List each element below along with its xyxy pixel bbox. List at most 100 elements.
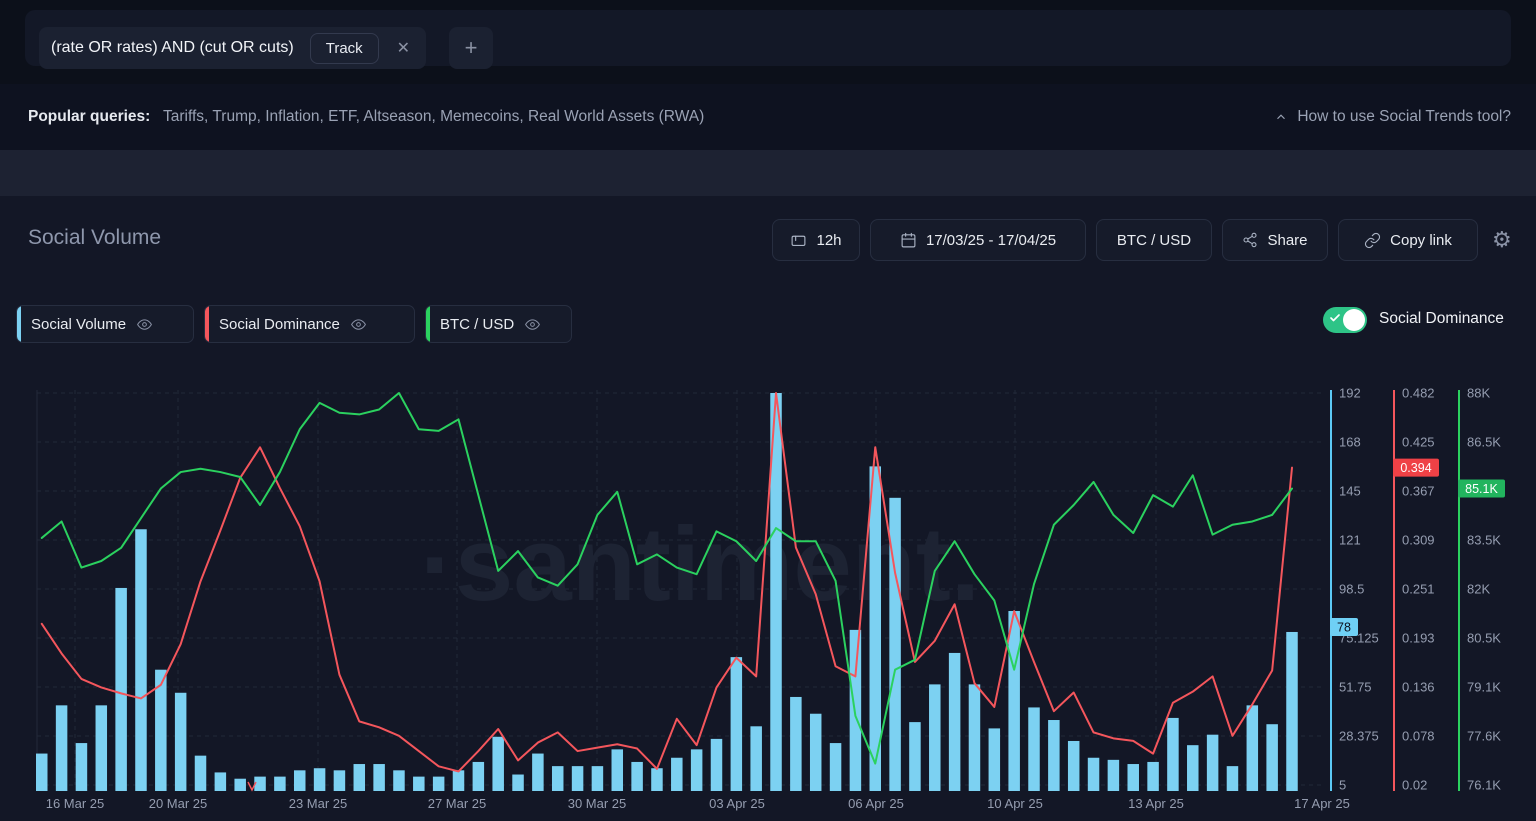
legend-label: Social Dominance [219, 316, 340, 333]
share-button[interactable]: Share [1222, 219, 1328, 261]
volume-bar [810, 714, 822, 791]
dominance-axis-tick-label: 0.309 [1402, 533, 1435, 548]
volume-bar [1286, 632, 1298, 791]
close-icon[interactable]: ✕ [393, 36, 414, 60]
query-text: (rate OR rates) AND (cut OR cuts) [51, 39, 294, 57]
volume-bar [711, 739, 723, 791]
volume-bar [1048, 720, 1060, 791]
volume-bar [473, 762, 485, 791]
chart-plot[interactable]: ·santiment.19216814512198.575.12551.7528… [0, 355, 1536, 821]
volume-bar [1028, 707, 1040, 791]
volume-bar [433, 777, 445, 791]
volume-bar [552, 766, 564, 791]
volume-bar [572, 766, 584, 791]
help-link[interactable]: How to use Social Trends tool? [1274, 108, 1511, 126]
dominance-axis-tick-label: 0.425 [1402, 435, 1435, 450]
x-axis-label: 10 Apr 25 [987, 796, 1043, 811]
volume-axis-tick-label: 51.75 [1339, 680, 1372, 695]
social-dominance-toggle[interactable] [1323, 307, 1367, 333]
toggle-label: Social Dominance [1379, 310, 1504, 328]
x-axis-label: 16 Mar 25 [46, 796, 105, 811]
share-icon [1242, 232, 1258, 248]
volume-bar [830, 743, 842, 791]
dominance-axis-tick-label: 0.193 [1402, 631, 1435, 646]
dominance-axis-tick-label: 0.367 [1402, 484, 1435, 499]
volume-bar [453, 770, 465, 791]
eye-icon[interactable] [524, 317, 541, 332]
volume-bar [1127, 764, 1139, 791]
link-icon [1364, 232, 1381, 249]
date-range-label: 17/03/25 - 17/04/25 [926, 232, 1056, 249]
volume-bar [1207, 735, 1219, 791]
volume-bar [96, 705, 108, 791]
legend-chip-btc-usd[interactable]: BTC / USD [425, 305, 572, 343]
query-bar: (rate OR rates) AND (cut OR cuts) Track … [25, 10, 1511, 66]
volume-last-value-text: 78 [1337, 620, 1351, 634]
settings-gear-icon[interactable]: ⚙ [1492, 227, 1512, 253]
eye-icon[interactable] [350, 317, 367, 332]
volume-bar [334, 770, 346, 791]
volume-bar [949, 653, 961, 791]
price-axis-tick-label: 79.1K [1467, 680, 1501, 695]
volume-bar [989, 728, 1001, 791]
legend-chip-social-dominance[interactable]: Social Dominance [204, 305, 415, 343]
volume-bar [969, 684, 981, 791]
add-query-button[interactable]: + [449, 27, 493, 69]
volume-bar [612, 749, 624, 791]
calendar-icon [900, 232, 917, 249]
x-axis-label: 17 Apr 25 [1294, 796, 1350, 811]
volume-bar [592, 766, 604, 791]
price-axis-tick-label: 82K [1467, 582, 1490, 597]
volume-bar [1227, 766, 1239, 791]
popular-queries-list[interactable]: Tariffs, Trump, Inflation, ETF, Altseaso… [163, 108, 704, 126]
volume-bar [175, 693, 187, 791]
volume-axis-tick-label: 28.375 [1339, 729, 1379, 744]
popular-queries-label: Popular queries: [28, 108, 150, 126]
check-icon [1329, 312, 1341, 324]
asset-pair-button[interactable]: BTC / USD [1096, 219, 1212, 261]
dominance-last-value-text: 0.394 [1400, 461, 1431, 475]
volume-bar [413, 777, 425, 791]
page-title: Social Volume [28, 226, 161, 250]
help-link-label: How to use Social Trends tool? [1297, 108, 1511, 126]
volume-bar [532, 754, 544, 791]
asset-pair-label: BTC / USD [1117, 232, 1191, 249]
x-axis-label: 27 Mar 25 [428, 796, 487, 811]
price-axis-tick-label: 77.6K [1467, 729, 1501, 744]
volume-bar [929, 684, 941, 791]
volume-bar [1167, 718, 1179, 791]
volume-bar [36, 754, 48, 791]
copy-link-button[interactable]: Copy link [1338, 219, 1478, 261]
legend-chip-social-volume[interactable]: Social Volume [16, 305, 194, 343]
volume-bar [76, 743, 88, 791]
volume-axis-tick-label: 98.5 [1339, 582, 1364, 597]
legend-label: Social Volume [31, 316, 126, 333]
volume-bar [1088, 758, 1100, 791]
volume-bar [1008, 611, 1020, 791]
dominance-axis-tick-label: 0.02 [1402, 778, 1427, 793]
volume-bar [651, 768, 663, 791]
volume-bar [195, 756, 207, 791]
price-axis-tick-label: 76.1K [1467, 778, 1501, 793]
dominance-axis-tick-label: 0.136 [1402, 680, 1435, 695]
x-axis-label: 23 Mar 25 [289, 796, 348, 811]
date-range-button[interactable]: 17/03/25 - 17/04/25 [870, 219, 1086, 261]
volume-bar [135, 529, 147, 791]
volume-bar [274, 777, 286, 791]
volume-axis-tick-label: 168 [1339, 435, 1361, 450]
volume-axis-tick-label: 5 [1339, 778, 1346, 793]
query-chip[interactable]: (rate OR rates) AND (cut OR cuts) Track … [39, 27, 426, 69]
toggle-knob [1343, 309, 1365, 331]
price-axis-tick-label: 83.5K [1467, 533, 1501, 548]
chevron-up-icon [1274, 110, 1288, 124]
eye-icon[interactable] [136, 317, 153, 332]
interval-button[interactable]: 12h [772, 219, 860, 261]
divider-strip [0, 150, 1536, 196]
volume-bar [512, 775, 524, 791]
plus-icon: + [465, 35, 478, 61]
volume-bar [393, 770, 405, 791]
volume-bar [373, 764, 385, 791]
copy-link-label: Copy link [1390, 232, 1452, 249]
track-button[interactable]: Track [310, 33, 379, 64]
volume-bar [1247, 705, 1259, 791]
